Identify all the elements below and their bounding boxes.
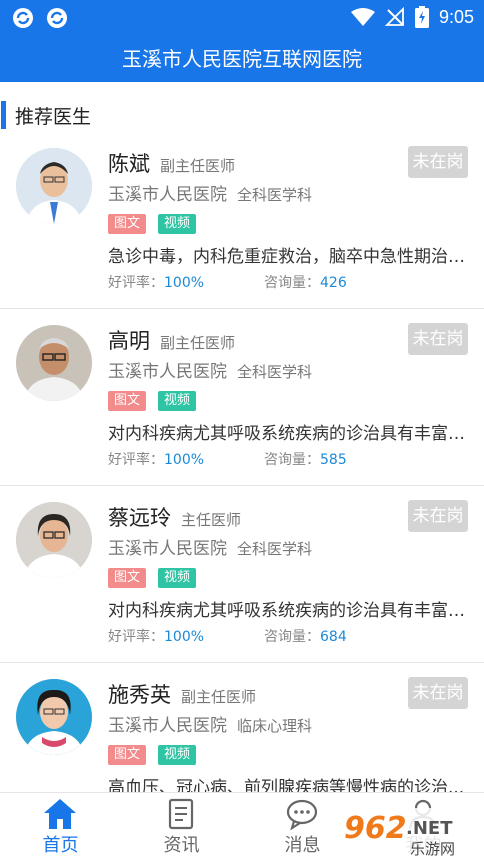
consult-count: 426 — [320, 275, 347, 291]
doctor-name: 陈斌 — [108, 152, 150, 176]
news-icon — [168, 798, 194, 830]
doctor-name-row: 陈斌 副主任医师 — [108, 148, 235, 178]
consult-label: 咨询量： — [264, 452, 320, 468]
svg-text:962: 962 — [344, 811, 407, 846]
doctor-specialty: 对内科疾病尤其呼吸系统疾病的诊治具有丰富经验... — [108, 424, 466, 444]
status-badge: 未在岗 — [408, 677, 468, 709]
doctor-stats: 好评率：100% 咨询量：426 — [108, 272, 468, 292]
video-consult-tag: 视频 — [158, 391, 197, 411]
hospital-name: 玉溪市人民医院 — [108, 362, 227, 382]
hospital-name: 玉溪市人民医院 — [108, 539, 227, 559]
battery-charging-icon — [414, 6, 429, 28]
tab-label: 首页 — [42, 835, 79, 856]
hospital-name: 玉溪市人民医院 — [108, 185, 227, 205]
text-consult-tag: 图文 — [108, 745, 147, 765]
text-consult-tag: 图文 — [108, 391, 147, 411]
department: 临床心理科 — [237, 717, 313, 735]
status-badge: 未在岗 — [408, 146, 468, 178]
doctor-name: 高明 — [108, 329, 150, 353]
department: 全科医学科 — [237, 186, 313, 204]
hospital-row: 玉溪市人民医院 临床心理科 — [108, 711, 312, 736]
notification-icons — [12, 7, 68, 29]
doctor-card[interactable]: 高明 副主任医师 未在岗 玉溪市人民医院 全科医学科 图文 视频 对内科疾病尤其呼吸… — [0, 309, 484, 486]
doctor-title: 主任医师 — [181, 511, 242, 529]
tab-news[interactable]: 资讯 — [121, 793, 242, 861]
hospital-row: 玉溪市人民医院 全科医学科 — [108, 534, 312, 559]
no-signal-icon — [384, 7, 404, 26]
service-tags: 图文 视频 — [108, 391, 197, 411]
doctor-name: 蔡远玲 — [108, 506, 171, 530]
service-tags: 图文 视频 — [108, 214, 197, 234]
doctor-stats: 好评率：100% 咨询量：585 — [108, 449, 468, 469]
rating-label: 好评率： — [108, 452, 164, 468]
message-icon — [286, 799, 318, 831]
video-consult-tag: 视频 — [158, 568, 197, 588]
consult-count: 684 — [320, 629, 347, 645]
rating-label: 好评率： — [108, 629, 164, 645]
hospital-row: 玉溪市人民医院 全科医学科 — [108, 180, 312, 205]
sync-icon — [13, 8, 33, 28]
service-tags: 图文 视频 — [108, 745, 197, 765]
status-time: 9:05 — [438, 6, 474, 27]
doctor-specialty: 急诊中毒，内科危重症救治，脑卒中急性期治疗... — [108, 247, 466, 267]
svg-text:乐游网: 乐游网 — [410, 840, 455, 858]
video-consult-tag: 视频 — [158, 745, 197, 765]
consult-count: 585 — [320, 452, 347, 468]
tab-label: 资讯 — [163, 835, 200, 856]
consult-label: 咨询量： — [264, 275, 320, 291]
sync-icon — [47, 8, 67, 28]
app-header: 玉溪市人民医院互联网医院 — [0, 36, 484, 82]
avatar — [16, 502, 92, 578]
status-badge: 未在岗 — [408, 500, 468, 532]
doctor-stats: 好评率：100% 咨询量：684 — [108, 626, 468, 646]
text-consult-tag: 图文 — [108, 568, 147, 588]
rating-value: 100% — [164, 629, 205, 645]
consult-label: 咨询量： — [264, 629, 320, 645]
rating-value: 100% — [164, 452, 205, 468]
section-header: 推荐医生 — [0, 100, 91, 130]
home-icon — [44, 799, 76, 829]
page-title: 玉溪市人民医院互联网医院 — [122, 47, 362, 71]
service-tags: 图文 视频 — [108, 568, 197, 588]
doctor-title: 副主任医师 — [181, 688, 257, 706]
doctor-name-row: 蔡远玲 主任医师 — [108, 502, 241, 532]
doctor-card[interactable]: 陈斌 副主任医师 未在岗 玉溪市人民医院 全科医学科 图文 视频 急诊中毒，内科危重… — [0, 132, 484, 309]
svg-text:.NET: .NET — [406, 818, 453, 839]
doctor-title: 副主任医师 — [160, 157, 236, 175]
hospital-name: 玉溪市人民医院 — [108, 716, 227, 736]
tab-home[interactable]: 首页 — [0, 793, 121, 861]
text-consult-tag: 图文 — [108, 214, 147, 234]
video-consult-tag: 视频 — [158, 214, 197, 234]
doctor-name-row: 施秀英 副主任医师 — [108, 679, 256, 709]
doctor-name: 施秀英 — [108, 683, 171, 707]
doctor-card[interactable]: 蔡远玲 主任医师 未在岗 玉溪市人民医院 全科医学科 图文 视频 对内科疾病尤其呼吸… — [0, 486, 484, 663]
section-accent-bar — [1, 101, 6, 129]
hospital-row: 玉溪市人民医院 全科医学科 — [108, 357, 312, 382]
wifi-icon — [350, 8, 375, 26]
doctor-title: 副主任医师 — [160, 334, 236, 352]
doctor-name-row: 高明 副主任医师 — [108, 325, 235, 355]
rating-value: 100% — [164, 275, 205, 291]
avatar — [16, 679, 92, 755]
status-badge: 未在岗 — [408, 323, 468, 355]
rating-label: 好评率： — [108, 275, 164, 291]
doctor-specialty: 对内科疾病尤其呼吸系统疾病的诊治具有丰富经验... — [108, 601, 466, 621]
section-title: 推荐医生 — [15, 105, 92, 128]
avatar — [16, 148, 92, 224]
watermark-logo: 962 .NET 乐游网 — [338, 804, 478, 860]
department: 全科医学科 — [237, 540, 313, 558]
status-bar: 9:05 — [0, 0, 484, 36]
avatar — [16, 325, 92, 401]
department: 全科医学科 — [237, 363, 313, 381]
